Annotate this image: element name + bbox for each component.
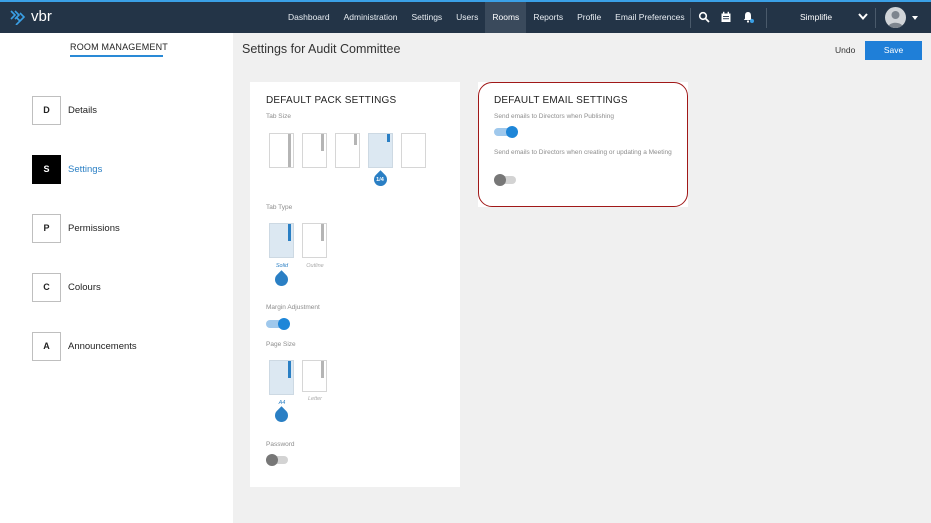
- pack-settings-card: DEFAULT PACK SETTINGS Tab Size 1/4 Tab T…: [250, 82, 460, 487]
- undo-button[interactable]: Undo: [835, 45, 855, 55]
- toggle-knob: [266, 454, 278, 466]
- tenant-name[interactable]: Simplifie: [800, 2, 832, 33]
- nav-settings[interactable]: Settings: [404, 2, 449, 33]
- sidebar-item-label: Permissions: [68, 222, 120, 234]
- tab-type-label: Tab Type: [266, 204, 293, 211]
- tab-size-option-half[interactable]: [302, 133, 327, 168]
- page-size-option-letter[interactable]: [302, 360, 327, 392]
- selected-marker-icon: [272, 270, 291, 289]
- user-avatar[interactable]: [885, 7, 906, 28]
- margin-adjustment-toggle[interactable]: [266, 318, 290, 330]
- sidebar-item-letter: C: [32, 272, 61, 302]
- toggle-knob: [278, 318, 290, 330]
- sidebar-item-details[interactable]: D Details: [32, 95, 97, 125]
- nav-administration[interactable]: Administration: [337, 2, 405, 33]
- nav-email-preferences[interactable]: Email Preferences: [608, 2, 691, 33]
- tab-size-selected-value: 1/4: [376, 177, 384, 183]
- nav-profile[interactable]: Profile: [570, 2, 608, 33]
- tab-type-option-solid[interactable]: [269, 223, 294, 258]
- sidebar-item-letter: S: [32, 154, 61, 184]
- page-size-label: Page Size: [266, 341, 296, 348]
- tab-indicator: [321, 361, 324, 378]
- tab-indicator: [354, 134, 357, 145]
- sidebar-item-colours[interactable]: C Colours: [32, 272, 101, 302]
- search-icon[interactable]: [698, 11, 710, 23]
- vbr-logo[interactable]: vbr: [10, 8, 52, 25]
- tab-indicator: [288, 361, 291, 378]
- sidebar: ROOM MANAGEMENT D Details S Settings P P…: [0, 33, 233, 523]
- caret-down-icon[interactable]: [912, 16, 918, 20]
- pack-settings-title: DEFAULT PACK SETTINGS: [266, 95, 397, 106]
- password-label: Password: [266, 441, 295, 448]
- sidebar-item-letter: D: [32, 95, 61, 125]
- notification-bell-icon[interactable]: [742, 11, 754, 23]
- calendar-icon[interactable]: [720, 11, 732, 23]
- sidebar-title: ROOM MANAGEMENT: [70, 42, 169, 52]
- chevron-down-icon[interactable]: [858, 12, 868, 21]
- tab-type-option-outline[interactable]: [302, 223, 327, 258]
- tab-indicator: [387, 134, 390, 142]
- logo-text: vbr: [31, 8, 52, 25]
- nav-users[interactable]: Users: [449, 2, 485, 33]
- tab-type-caption-outline: Outline: [306, 263, 324, 269]
- tab-indicator: [288, 134, 291, 167]
- tab-size-option-full[interactable]: [269, 133, 294, 168]
- sidebar-item-permissions[interactable]: P Permissions: [32, 213, 120, 243]
- sidebar-item-letter: A: [32, 331, 61, 361]
- nav-divider: [766, 8, 767, 28]
- sidebar-item-letter: P: [32, 213, 61, 243]
- page-size-caption-a4: A4: [278, 400, 286, 406]
- sidebar-item-label: Settings: [68, 163, 103, 175]
- page-size-option-a4[interactable]: [269, 360, 294, 395]
- tab-size-option-none[interactable]: [401, 133, 426, 168]
- page-size-caption-letter: Letter: [307, 396, 323, 402]
- nav-divider: [690, 8, 691, 28]
- tab-indicator: [288, 224, 291, 241]
- margin-adjustment-label: Margin Adjustment: [266, 304, 320, 311]
- nav-dashboard[interactable]: Dashboard: [281, 2, 337, 33]
- page-title: Settings for Audit Committee: [242, 42, 401, 56]
- sidebar-item-announcements[interactable]: A Announcements: [32, 331, 137, 361]
- tab-indicator: [321, 224, 324, 241]
- main-nav: Dashboard Administration Settings Users …: [281, 2, 692, 33]
- highlight-outline: [478, 82, 688, 207]
- tab-type-caption-solid: Solid: [275, 263, 289, 269]
- tab-indicator: [321, 134, 324, 151]
- tab-size-label: Tab Size: [266, 113, 291, 120]
- nav-rooms[interactable]: Rooms: [485, 2, 527, 33]
- save-button[interactable]: Save: [865, 41, 922, 60]
- sidebar-item-label: Colours: [68, 281, 101, 293]
- sidebar-item-settings[interactable]: S Settings: [32, 154, 102, 184]
- user-icon: [888, 11, 903, 28]
- sidebar-item-label: Details: [68, 104, 98, 116]
- vbr-logo-icon: [10, 9, 26, 25]
- password-toggle[interactable]: [266, 454, 290, 466]
- tab-size-option-third[interactable]: [335, 133, 360, 168]
- selected-marker-icon: [272, 406, 291, 425]
- nav-divider: [875, 8, 876, 28]
- nav-reports[interactable]: Reports: [526, 2, 570, 33]
- tab-size-option-quarter[interactable]: [368, 133, 393, 168]
- sidebar-item-label: Announcements: [68, 340, 137, 352]
- top-navigation-bar: vbr Dashboard Administration Settings Us…: [0, 0, 931, 33]
- sidebar-title-underline: [70, 55, 163, 57]
